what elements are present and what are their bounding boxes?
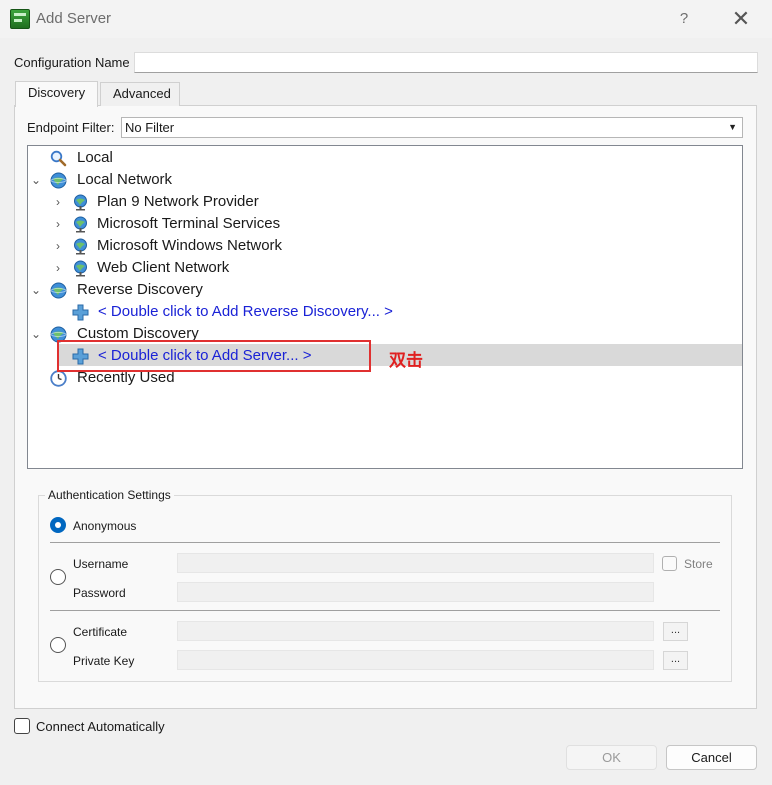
annotation-label: 双击 bbox=[389, 351, 423, 371]
help-button[interactable]: ? bbox=[672, 8, 696, 30]
private-key-label: Private Key bbox=[73, 654, 135, 668]
network-provider-icon bbox=[74, 194, 87, 211]
add-plus-icon bbox=[72, 304, 89, 321]
app-icon bbox=[10, 9, 30, 29]
network-provider-icon bbox=[74, 238, 87, 255]
certificate-radio[interactable] bbox=[50, 637, 66, 653]
tree-item-label: < Double click to Add Reverse Discovery.… bbox=[98, 303, 393, 320]
divider bbox=[50, 610, 720, 611]
authentication-settings-legend: Authentication Settings bbox=[45, 488, 174, 502]
ok-button[interactable]: OK bbox=[566, 745, 657, 770]
magnifier-icon bbox=[50, 150, 67, 167]
tree-item-label: Microsoft Terminal Services bbox=[97, 215, 281, 232]
chevron-down-icon[interactable]: ⌄ bbox=[30, 169, 42, 191]
cancel-button[interactable]: Cancel bbox=[666, 745, 757, 770]
tree-item-label: Local bbox=[77, 149, 113, 166]
configuration-name-input[interactable] bbox=[134, 52, 758, 73]
chevron-down-icon[interactable]: ⌄ bbox=[30, 323, 42, 345]
tab-advanced[interactable]: Advanced bbox=[100, 82, 180, 106]
endpoint-filter-value: No Filter bbox=[125, 120, 175, 135]
chevron-down-icon[interactable]: ⌄ bbox=[30, 279, 42, 301]
username-password-radio[interactable] bbox=[50, 569, 66, 585]
chevron-right-icon[interactable]: › bbox=[52, 213, 64, 235]
certificate-label: Certificate bbox=[73, 625, 128, 639]
username-input[interactable] bbox=[177, 553, 654, 573]
configuration-name-label: Configuration Name bbox=[14, 55, 130, 70]
dropdown-arrow-icon: ▼ bbox=[728, 122, 737, 132]
certificate-input[interactable] bbox=[177, 621, 654, 641]
tree-item-label: Reverse Discovery bbox=[77, 281, 203, 298]
clock-icon bbox=[50, 370, 67, 387]
divider bbox=[50, 542, 720, 543]
tree-item-label: Web Client Network bbox=[97, 259, 230, 276]
chevron-right-icon[interactable]: › bbox=[52, 191, 64, 213]
network-provider-icon bbox=[74, 216, 87, 233]
network-globe-icon bbox=[50, 172, 67, 189]
tree-item-label: Plan 9 Network Provider bbox=[97, 193, 259, 210]
endpoint-filter-select[interactable]: No Filter ▼ bbox=[121, 117, 743, 138]
endpoint-filter-label: Endpoint Filter: bbox=[27, 120, 115, 135]
browse-private-key-button[interactable]: ... bbox=[663, 651, 688, 670]
store-label: Store bbox=[684, 557, 713, 571]
store-checkbox[interactable] bbox=[662, 556, 677, 571]
chevron-right-icon[interactable]: › bbox=[52, 257, 64, 279]
password-input[interactable] bbox=[177, 582, 654, 602]
password-label: Password bbox=[73, 586, 126, 600]
server-tree[interactable]: Local ⌄ Local Network › Plan 9 Network P… bbox=[27, 145, 743, 469]
tab-discovery[interactable]: Discovery bbox=[15, 81, 98, 107]
close-button[interactable]: ✕ bbox=[726, 6, 756, 32]
anonymous-radio[interactable] bbox=[50, 517, 66, 533]
private-key-input[interactable] bbox=[177, 650, 654, 670]
anonymous-label: Anonymous bbox=[73, 519, 137, 533]
tree-item-label: Microsoft Windows Network bbox=[97, 237, 283, 254]
network-provider-icon bbox=[74, 260, 87, 277]
annotation-highlight-box bbox=[57, 340, 371, 372]
browse-certificate-button[interactable]: ... bbox=[663, 622, 688, 641]
tree-item-label: Local Network bbox=[77, 171, 173, 188]
network-globe-icon bbox=[50, 282, 67, 299]
username-label: Username bbox=[73, 557, 129, 571]
connect-automatically-label: Connect Automatically bbox=[36, 719, 165, 734]
chevron-right-icon[interactable]: › bbox=[52, 235, 64, 257]
connect-automatically-checkbox[interactable] bbox=[14, 718, 30, 734]
window-title: Add Server bbox=[36, 10, 112, 27]
title-bar bbox=[0, 0, 772, 38]
